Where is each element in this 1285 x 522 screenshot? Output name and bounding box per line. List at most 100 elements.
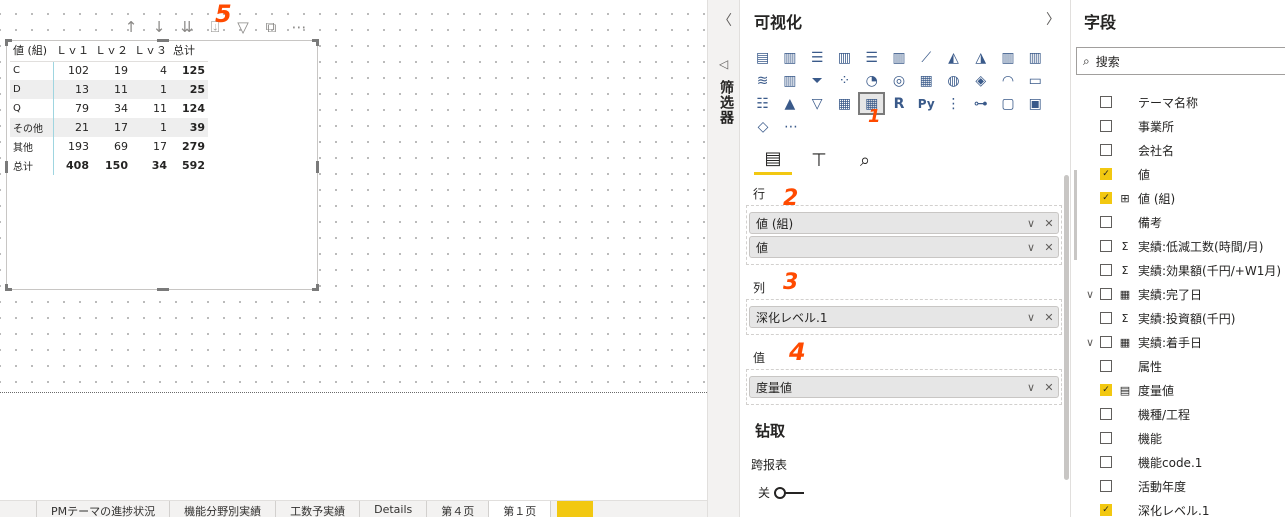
field-checkbox[interactable] xyxy=(1100,360,1112,372)
chevron-right-icon[interactable]: 〉 xyxy=(1046,9,1060,29)
matrix-row[interactable]: D 13 11 1 25 xyxy=(10,80,208,99)
filled-map-icon[interactable]: ◈ xyxy=(967,69,994,92)
python-visual-icon[interactable]: Py xyxy=(913,92,940,115)
matrix-row-header[interactable]: 値 (組) xyxy=(10,42,53,62)
close-icon[interactable]: ✕ xyxy=(1040,217,1058,230)
fields-tab-icon[interactable]: ▤ xyxy=(754,145,792,175)
page-tab-active[interactable]: 第１页 xyxy=(489,501,552,517)
filter-icon[interactable]: ▽ xyxy=(230,16,256,38)
cross-report-toggle[interactable]: 关 xyxy=(758,484,805,501)
focus-mode-icon[interactable]: ⧉ xyxy=(258,16,284,38)
chevron-down-icon[interactable]: ∨ xyxy=(1022,241,1040,254)
donut-chart-icon[interactable]: ◎ xyxy=(885,69,912,92)
field-checkbox[interactable] xyxy=(1100,264,1112,276)
field-checkbox[interactable]: ✓ xyxy=(1100,192,1112,204)
analytics-magnifier-icon[interactable]: ⌕ xyxy=(846,145,884,175)
more-options-icon[interactable]: ⋯ xyxy=(777,115,805,138)
field-list-item[interactable]: Σ 実績:投資額(千円) xyxy=(1072,306,1285,330)
field-list-item[interactable]: Σ 実績:効果額(千円/+W1月) xyxy=(1072,258,1285,282)
report-canvas[interactable]: ↑ ↓ ⇊ ⍗ ▽ ⧉ ⋯ 値 (組) Ｌｖ１ Ｌｖ２ Ｌｖ３ 总计 C 102 xyxy=(0,0,707,500)
area-chart-icon[interactable]: ◭ xyxy=(940,46,967,69)
key-influencers-icon[interactable]: ⋮ xyxy=(940,92,967,115)
resize-handle[interactable] xyxy=(312,39,319,46)
field-list-item[interactable]: 事業所 xyxy=(1072,114,1285,138)
decomposition-tree-icon[interactable]: ⊶ xyxy=(967,92,994,115)
field-checkbox[interactable]: ✓ xyxy=(1100,384,1112,396)
matrix-col-header[interactable]: Ｌｖ２ xyxy=(92,42,131,62)
qna-icon[interactable]: ▢ xyxy=(994,92,1021,115)
matrix-row[interactable]: 其他 193 69 17 279 xyxy=(10,137,208,156)
columns-dropzone[interactable]: 深化レベル.1 ∨ ✕ xyxy=(746,299,1062,335)
field-checkbox[interactable] xyxy=(1100,96,1112,108)
chevron-down-icon[interactable]: ∨ xyxy=(1022,381,1040,394)
r-visual-icon[interactable]: R xyxy=(885,92,912,115)
ribbon-chart-icon[interactable]: ≋ xyxy=(749,69,776,92)
fields-search-input[interactable]: ⌕ 搜索 xyxy=(1076,47,1285,75)
field-checkbox[interactable]: ✓ xyxy=(1100,168,1112,180)
matrix-row[interactable]: Q 79 34 11 124 xyxy=(10,99,208,118)
matrix-visual[interactable]: 値 (組) Ｌｖ１ Ｌｖ２ Ｌｖ３ 总计 C 102 19 4 125 D 13… xyxy=(5,39,319,291)
field-checkbox[interactable] xyxy=(1100,480,1112,492)
gauge-icon[interactable]: ◠ xyxy=(994,69,1021,92)
field-list-item[interactable]: ∨ ▦ 実績:着手日 xyxy=(1072,330,1285,354)
columns-field-pill[interactable]: 深化レベル.1 ∨ ✕ xyxy=(749,306,1059,328)
funnel-chart-icon[interactable]: ⏷ xyxy=(804,69,831,92)
pie-chart-icon[interactable]: ◔ xyxy=(858,69,885,92)
add-page-button[interactable] xyxy=(557,501,594,517)
field-checkbox[interactable] xyxy=(1100,144,1112,156)
field-checkbox[interactable] xyxy=(1100,336,1112,348)
chevron-left-icon[interactable]: 〈 xyxy=(718,10,732,30)
resize-handle[interactable] xyxy=(312,284,319,291)
field-list-item[interactable]: Σ 実績:低減工数(時間/月) xyxy=(1072,234,1285,258)
matrix-col-header[interactable]: Ｌｖ３ xyxy=(131,42,170,62)
field-list-item[interactable]: ∨ ▦ 実績:完了日 xyxy=(1072,282,1285,306)
chevron-down-icon[interactable]: ∨ xyxy=(1022,311,1040,324)
resize-handle[interactable] xyxy=(316,161,319,173)
chevron-down-icon[interactable]: ∨ xyxy=(1080,336,1100,349)
matrix-col-header[interactable]: 总计 xyxy=(170,42,208,62)
multi-row-card-icon[interactable]: ☷ xyxy=(749,92,776,115)
values-field-pill[interactable]: 度量値 ∨ ✕ xyxy=(749,376,1059,398)
line-and-column-chart-icon[interactable]: ▥ xyxy=(994,46,1021,69)
line-and-stacked-column-chart-icon[interactable]: ▥ xyxy=(1022,46,1049,69)
scatter-chart-icon[interactable]: ⁘ xyxy=(831,69,858,92)
matrix-row[interactable]: C 102 19 4 125 xyxy=(10,61,208,80)
field-list-item[interactable]: ✓ 値 xyxy=(1072,162,1285,186)
field-checkbox[interactable] xyxy=(1100,120,1112,132)
filters-pane-label[interactable]: 筛选器 xyxy=(716,80,736,125)
100-stacked-column-chart-icon[interactable]: ▥ xyxy=(885,46,912,69)
page-tab[interactable] xyxy=(0,501,37,517)
format-paint-roller-icon[interactable]: ⊤ xyxy=(800,145,838,175)
chevron-down-icon[interactable]: ∨ xyxy=(1080,288,1100,301)
matrix-row-label[interactable]: その他 xyxy=(10,118,54,137)
waterfall-chart-icon[interactable]: ▥ xyxy=(776,69,803,92)
scrollbar[interactable] xyxy=(1064,175,1069,480)
stacked-bar-chart-icon[interactable]: ▤ xyxy=(749,46,776,69)
close-icon[interactable]: ✕ xyxy=(1040,311,1058,324)
field-list-item[interactable]: 属性 xyxy=(1072,354,1285,378)
close-icon[interactable]: ✕ xyxy=(1040,381,1058,394)
field-list-item[interactable]: 機能 xyxy=(1072,426,1285,450)
field-checkbox[interactable] xyxy=(1100,312,1112,324)
clustered-bar-chart-icon[interactable]: ☰ xyxy=(804,46,831,69)
field-checkbox[interactable] xyxy=(1100,432,1112,444)
page-tab[interactable]: 機能分野別実績 xyxy=(170,501,277,517)
field-list-item[interactable]: ✓ ⊞ 値 (組) xyxy=(1072,186,1285,210)
matrix-col-header[interactable]: Ｌｖ１ xyxy=(53,42,92,62)
line-chart-icon[interactable]: ⟋ xyxy=(913,46,940,69)
matrix-row[interactable]: その他 21 17 1 39 xyxy=(10,118,208,137)
rows-dropzone[interactable]: 値 (組) ∨ ✕ 値 ∨ ✕ xyxy=(746,205,1062,265)
get-more-visuals-icon[interactable]: ◇ xyxy=(749,115,777,138)
100-stacked-bar-chart-icon[interactable]: ☰ xyxy=(858,46,885,69)
field-list-item[interactable]: 会社名 xyxy=(1072,138,1285,162)
resize-handle[interactable] xyxy=(5,161,8,173)
field-list-item[interactable]: 機能code.1 xyxy=(1072,450,1285,474)
card-icon[interactable]: ▭ xyxy=(1022,69,1049,92)
field-list-item[interactable]: 活動年度 xyxy=(1072,474,1285,498)
chevron-down-icon[interactable]: ∨ xyxy=(1022,217,1040,230)
rows-field-pill[interactable]: 値 (組) ∨ ✕ xyxy=(749,212,1059,234)
matrix-row-label[interactable]: Q xyxy=(10,99,54,118)
double-arrow-down-icon[interactable]: ⇊ xyxy=(174,16,200,38)
field-list-item[interactable]: 機種/工程 xyxy=(1072,402,1285,426)
field-checkbox[interactable] xyxy=(1100,240,1112,252)
